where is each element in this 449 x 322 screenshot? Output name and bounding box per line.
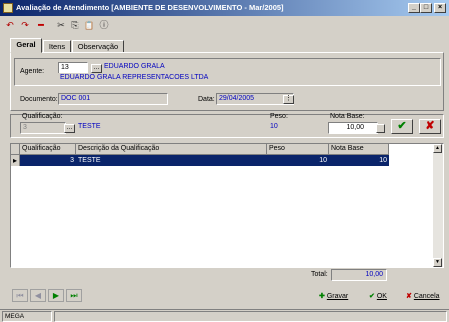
qualificacao-desc-field: TESTE <box>76 122 270 134</box>
grid-row-indicator: ▸ <box>11 155 20 166</box>
grid-corner <box>11 144 20 155</box>
items-grid[interactable]: Qualificação Descrição da Qualificação P… <box>10 143 444 268</box>
tab-geral-label: Geral <box>16 40 36 49</box>
next-record-button[interactable]: ▶ <box>48 289 64 302</box>
cell-qualificacao: 3 <box>70 157 74 164</box>
paste-icon[interactable]: 📋 <box>81 18 97 33</box>
total-field: 10,00 <box>331 269 387 281</box>
agente-label: Agente: <box>20 68 45 75</box>
peso-label: Peso: <box>270 113 288 120</box>
scroll-down-button[interactable]: ▼ <box>433 258 442 267</box>
qualificacao-code-field[interactable]: 3 <box>20 122 66 134</box>
data-label: Data: <box>198 96 215 103</box>
gravar-button[interactable]: ✚ Gravar <box>319 290 359 304</box>
qualificacao-desc-value: TESTE <box>78 123 101 130</box>
qualificacao-label: Qualificação: <box>22 113 63 120</box>
agente-name: EDUARDO GRALA <box>104 63 165 70</box>
check-icon: ✔ <box>369 293 375 300</box>
calendar-icon[interactable]: ⋮ <box>283 95 294 104</box>
nota-base-spin-button[interactable] <box>376 124 385 133</box>
cancela-label: Cancela <box>413 293 440 300</box>
peso-field[interactable]: 10 <box>268 122 326 134</box>
tab-geral[interactable]: Geral <box>10 38 42 53</box>
documento-field[interactable]: DOC 001 <box>58 93 168 105</box>
status-text: MEGA <box>2 311 52 322</box>
save-icon: ✚ <box>319 293 325 300</box>
title-bar[interactable]: Avaliação de Atendimento [AMBIENTE DE DE… <box>0 0 449 16</box>
minimize-button[interactable]: _ <box>408 3 420 13</box>
undo-icon[interactable]: ↶ <box>2 18 18 33</box>
delete-icon[interactable]: ━ <box>33 18 49 33</box>
first-record-button[interactable]: ⏮ <box>12 289 28 302</box>
total-label: Total: <box>311 271 328 278</box>
cell-nota-base: 10 <box>379 157 387 164</box>
documento-label: Documento: <box>20 96 58 103</box>
nota-base-value: 10,00 <box>346 124 364 131</box>
app-icon <box>3 3 13 13</box>
grid-header-peso[interactable]: Peso <box>267 144 329 155</box>
scroll-up-button[interactable]: ▲ <box>433 144 442 153</box>
cell-peso: 10 <box>319 157 327 164</box>
grid-header-nota-base[interactable]: Nota Base <box>329 144 389 155</box>
total-value: 10,00 <box>365 271 383 278</box>
cancela-button[interactable]: ✘ Cancela <box>406 290 446 304</box>
last-record-button[interactable]: ⏭ <box>66 289 82 302</box>
agente-lookup-button[interactable]: ... <box>91 64 102 73</box>
window-title: Avaliação de Atendimento [AMBIENTE DE DE… <box>16 3 284 12</box>
close-button[interactable]: × <box>434 3 446 13</box>
agente-company-value: EDUARDO GRALA REPRESENTACOES LTDA <box>60 74 209 81</box>
grid-vertical-scrollbar[interactable]: ▲ ▼ <box>433 144 443 267</box>
tab-itens-label: Itens <box>48 42 66 51</box>
agente-company-field: EDUARDO GRALA REPRESENTACOES LTDA <box>58 73 438 85</box>
agente-code-value: 13 <box>61 64 69 71</box>
nota-base-label: Nota Base: <box>330 113 365 120</box>
status-panel <box>54 311 447 322</box>
cell-descricao: TESTE <box>78 157 101 164</box>
redo-icon[interactable]: ↷ <box>17 18 33 33</box>
toolbar: ↶ ↷ ━ ✂ ⎘ 📋 ⓘ <box>0 17 449 35</box>
status-bar: MEGA <box>0 309 449 322</box>
documento-value: DOC 001 <box>61 95 91 102</box>
peso-value: 10 <box>270 123 278 130</box>
prev-record-button[interactable]: ◀ <box>30 289 46 302</box>
qualificacao-code-value: 3 <box>23 124 27 131</box>
cancel-icon: ✘ <box>406 293 412 300</box>
grid-header-qualificacao[interactable]: Qualificação <box>20 144 76 155</box>
ok-button[interactable]: ✔ OK <box>369 290 397 304</box>
nota-base-field[interactable]: 10,00 <box>328 122 378 134</box>
tab-observacao-label: Observação <box>77 42 119 51</box>
ok-label: OK <box>376 293 387 300</box>
data-value: 29/04/2005 <box>219 95 255 102</box>
qualificacao-lookup-button[interactable]: ... <box>64 124 75 133</box>
grid-header-descricao[interactable]: Descrição da Qualificação <box>76 144 267 155</box>
cancel-item-button[interactable]: ✘ <box>419 119 441 134</box>
gravar-label: Gravar <box>326 293 349 300</box>
table-row[interactable]: 3 TESTE 10 10 <box>20 155 389 166</box>
confirm-item-button[interactable]: ✔ <box>391 119 413 134</box>
info-icon[interactable]: ⓘ <box>96 18 112 33</box>
maximize-button[interactable]: □ <box>420 3 432 13</box>
